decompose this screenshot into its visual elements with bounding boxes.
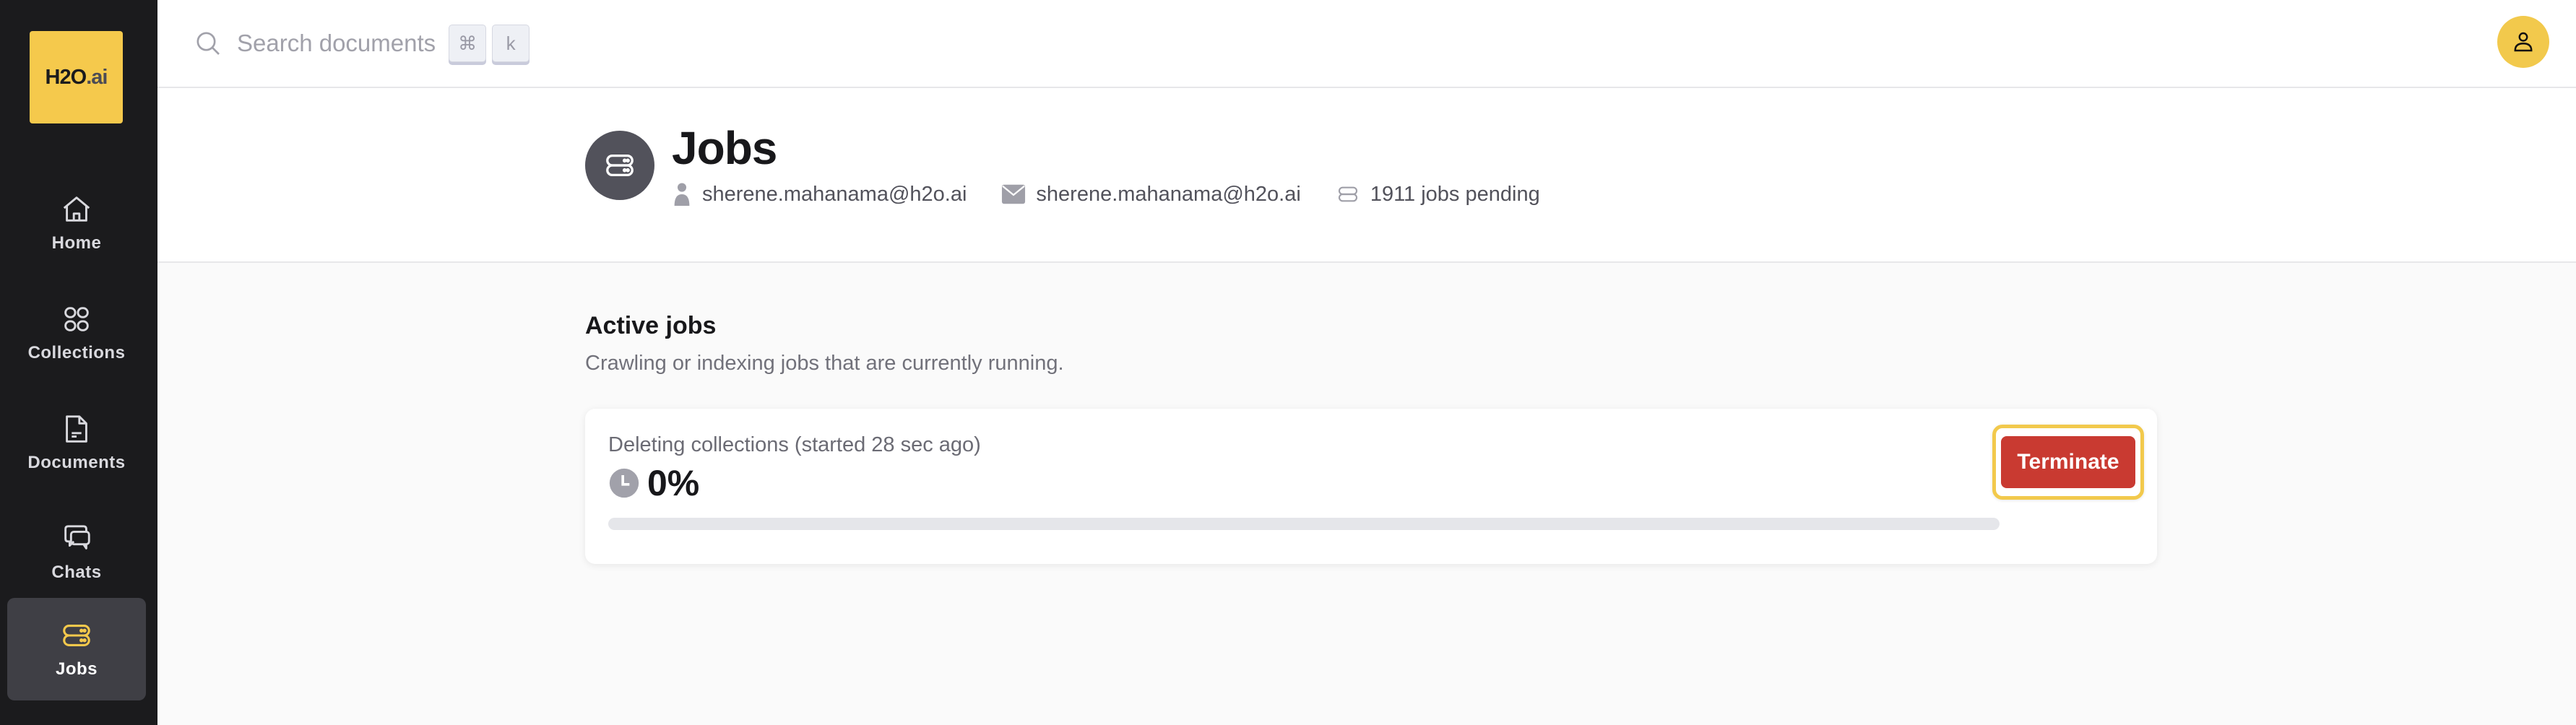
shortcut-key-k: k <box>492 25 530 62</box>
active-jobs-subtitle: Crawling or indexing jobs that are curre… <box>585 352 1064 375</box>
page-meta: sherene.mahanama@h2o.ai sherene.mahanama… <box>672 182 1575 207</box>
sidebar-item-documents[interactable]: Documents <box>7 391 146 494</box>
job-progress-bar <box>608 518 2000 530</box>
job-progress-percent: 0% <box>647 463 700 503</box>
search-input[interactable]: Search documents <box>237 30 436 57</box>
meta-pending: 1911 jobs pending <box>1336 183 1540 207</box>
meta-pending-text: 1911 jobs pending <box>1370 182 1540 206</box>
user-icon <box>2514 32 2533 52</box>
sidebar-item-label: Documents <box>27 453 126 472</box>
h2o-logo[interactable]: H2O .ai <box>30 31 123 123</box>
jobs-header-avatar <box>585 131 654 200</box>
job-description: Deleting collections (started 28 sec ago… <box>608 433 981 456</box>
logo-suffix: .ai <box>86 65 108 89</box>
terminate-button[interactable]: Terminate <box>2001 436 2135 488</box>
jobs-icon <box>63 625 90 646</box>
home-icon <box>63 196 90 222</box>
search-bar[interactable]: Search documents ⌘ k <box>194 23 535 64</box>
sidebar-item-home[interactable]: Home <box>7 172 146 274</box>
document-icon <box>66 415 87 443</box>
sidebar-item-label: Chats <box>51 563 102 582</box>
sidebar-item-collections[interactable]: Collections <box>7 282 146 384</box>
sidebar-item-chats[interactable]: Chats <box>7 501 146 604</box>
sidebar-item-label: Jobs <box>55 659 98 679</box>
sidebar: H2O .ai Home Collections Documents Chats … <box>0 0 157 725</box>
person-icon <box>674 183 690 207</box>
jobs-icon <box>606 154 634 177</box>
chats-icon <box>64 525 90 550</box>
meta-username-text: sherene.mahanama@h2o.ai <box>702 182 967 206</box>
meta-email: sherene.mahanama@h2o.ai <box>1001 182 1301 207</box>
job-card: Deleting collections (started 28 sec ago… <box>585 409 2157 564</box>
meta-username: sherene.mahanama@h2o.ai <box>672 182 967 207</box>
meta-email-text: sherene.mahanama@h2o.ai <box>1036 182 1301 206</box>
terminate-focus-ring: Terminate <box>1992 425 2144 500</box>
job-progress-row: 0% <box>608 462 699 504</box>
shortcut-key-cmd: ⌘ <box>449 25 487 62</box>
page-title: Jobs <box>672 122 777 174</box>
active-jobs-title: Active jobs <box>585 312 717 339</box>
sidebar-item-jobs[interactable]: Jobs <box>7 598 146 700</box>
search-icon <box>196 32 220 55</box>
user-avatar-button[interactable] <box>2497 16 2549 68</box>
page-header: Jobs sherene.mahanama@h2o.ai sherene.mah… <box>157 88 2576 263</box>
collections-icon <box>64 307 89 331</box>
sidebar-item-label: Home <box>51 233 102 253</box>
clock-icon <box>609 468 639 498</box>
sidebar-item-label: Collections <box>27 343 126 362</box>
logo-text: H2O <box>45 65 87 89</box>
top-header: Search documents ⌘ k <box>157 0 2576 88</box>
jobs-icon <box>1338 186 1357 202</box>
mail-icon <box>1002 184 1026 204</box>
